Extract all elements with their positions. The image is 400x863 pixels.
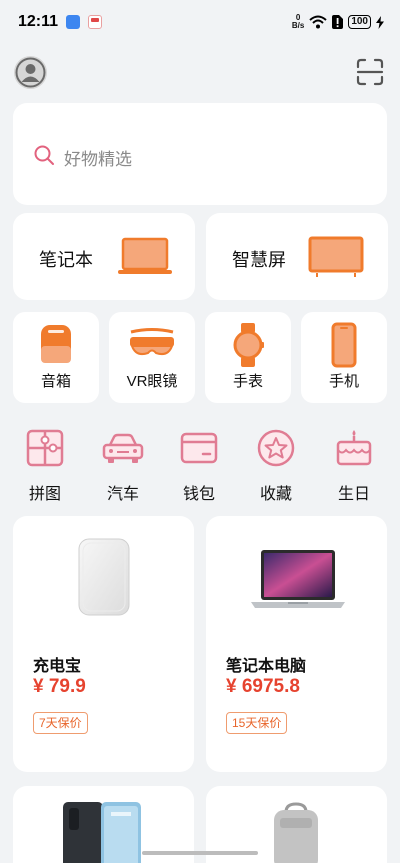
scan-icon <box>356 58 384 86</box>
category-phone-label: 手机 <box>328 373 359 390</box>
quick-link-favorites-label: 收藏 <box>259 486 292 503</box>
car-icon <box>102 433 144 463</box>
product-price: ¥ 79.9 <box>33 676 86 697</box>
quick-link-favorites[interactable]: 收藏 <box>246 428 306 504</box>
phone-icon <box>331 322 357 368</box>
tv-icon <box>308 236 364 277</box>
network-speed-unit: B/s <box>291 21 305 30</box>
quick-link-car-label: 汽车 <box>106 486 139 503</box>
price-protection-tag: 7天保价 <box>33 712 88 734</box>
category-tv-card[interactable]: 智慧屏 <box>206 213 388 300</box>
wifi-icon <box>309 15 327 29</box>
clock: 12:11 <box>18 13 59 30</box>
category-watch-label: 手表 <box>232 373 263 390</box>
home-indicator[interactable] <box>142 851 258 855</box>
power-bank-image <box>78 538 130 616</box>
top-bar <box>0 52 400 92</box>
category-speaker-label: 音箱 <box>40 373 71 390</box>
avatar[interactable] <box>14 56 47 89</box>
category-laptop-card[interactable]: 笔记本 <box>13 213 195 300</box>
person-icon <box>14 56 47 89</box>
quick-link-puzzle-label: 拼图 <box>28 486 61 503</box>
category-vr-label: VR眼镜 <box>126 373 178 390</box>
product-name: 笔记本电脑 <box>226 658 307 675</box>
search-card[interactable]: 好物精选 <box>13 103 387 205</box>
puzzle-icon <box>26 429 64 467</box>
battery-level: 100 <box>348 15 371 29</box>
product-price: ¥ 6975.8 <box>226 676 300 697</box>
quick-link-car[interactable]: 汽车 <box>93 428 153 504</box>
calendar-notification-icon <box>88 15 103 29</box>
speaker-icon <box>41 325 71 363</box>
charging-icon <box>376 15 384 29</box>
quick-link-puzzle[interactable]: 拼图 <box>15 428 75 504</box>
category-watch-card[interactable]: 手表 <box>205 312 291 403</box>
category-speaker-card[interactable]: 音箱 <box>13 312 99 403</box>
quick-link-birthday[interactable]: 生日 <box>324 428 384 504</box>
quick-link-wallet-label: 钱包 <box>182 486 215 503</box>
quick-link-wallet[interactable]: 钱包 <box>169 428 229 504</box>
category-vr-card[interactable]: VR眼镜 <box>109 312 195 403</box>
product-name: 充电宝 <box>33 658 82 675</box>
network-speed: 0 B/s <box>292 14 304 30</box>
laptop-image <box>251 550 345 608</box>
search-placeholder: 好物精选 <box>64 150 132 169</box>
category-tv-label: 智慧屏 <box>232 250 286 270</box>
laptop-icon <box>118 237 172 274</box>
quick-link-birthday-label: 生日 <box>337 486 370 503</box>
vr-glasses-icon <box>130 328 174 356</box>
scan-button[interactable] <box>356 58 384 86</box>
category-phone-card[interactable]: 手机 <box>301 312 387 403</box>
star-icon <box>257 429 295 467</box>
sim-alert-icon <box>332 15 344 29</box>
status-bar: 12:11 0 B/s 100 <box>0 0 400 44</box>
quick-links: 拼图 汽车 钱包 收藏 生日 <box>0 428 400 508</box>
app-notification-icon <box>66 15 81 29</box>
watch-icon <box>233 323 264 367</box>
price-protection-tag: 15天保价 <box>226 712 288 734</box>
category-laptop-label: 笔记本 <box>39 250 93 270</box>
cake-icon <box>336 430 372 466</box>
wallet-icon <box>180 432 218 464</box>
search-icon <box>34 145 54 165</box>
product-card-laptop[interactable]: 笔记本电脑 ¥ 6975.8 15天保价 <box>206 516 387 772</box>
product-card-power-bank[interactable]: 充电宝 ¥ 79.9 7天保价 <box>13 516 194 772</box>
